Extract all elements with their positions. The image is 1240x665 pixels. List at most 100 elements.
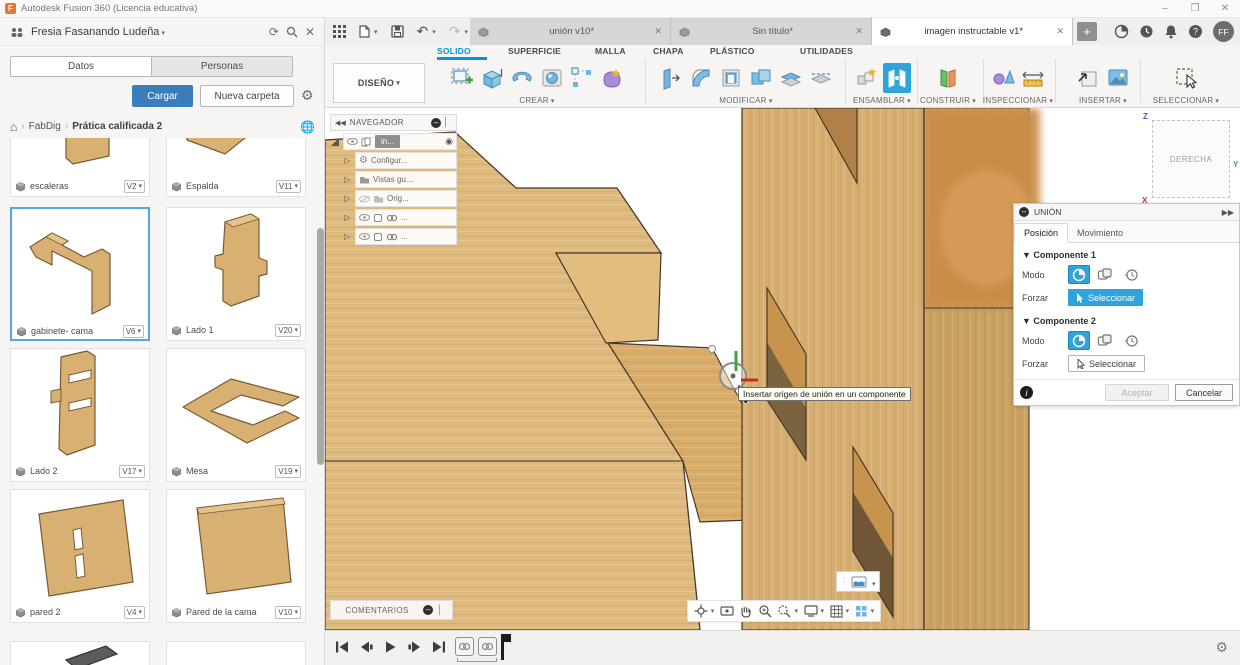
shell-button[interactable] xyxy=(717,63,745,93)
item-name[interactable]: Lado 2 xyxy=(30,466,115,476)
tab-personas[interactable]: Personas xyxy=(151,57,292,76)
component2-header[interactable]: ▼ Componente 2 xyxy=(1014,309,1239,329)
extensions-icon[interactable] xyxy=(1114,24,1129,39)
web-globe-icon[interactable]: 🌐 xyxy=(300,120,315,134)
play-button[interactable] xyxy=(383,640,398,654)
item-card-lado-1[interactable]: Lado 1 V20 xyxy=(166,207,306,341)
navigator-row-saved-views[interactable]: ▷ Vistas gu... xyxy=(330,171,457,188)
expand-icon[interactable]: ▷ xyxy=(344,232,352,241)
ok-button[interactable]: Aceptar xyxy=(1105,384,1169,401)
doc-tab-sin-titulo[interactable]: Sin título* ✕ xyxy=(671,18,872,45)
group-label-seleccionar[interactable]: SELECCIONAR xyxy=(1153,96,1219,105)
undo-icon[interactable]: ↶ xyxy=(417,23,436,40)
mode-motion-limit-button[interactable] xyxy=(1120,331,1142,350)
eye-icon[interactable] xyxy=(347,138,358,145)
breadcrumb-root[interactable]: FabDig xyxy=(29,121,61,132)
fillet-button[interactable] xyxy=(687,63,715,93)
combine-button[interactable] xyxy=(747,63,775,93)
app-grid-icon[interactable] xyxy=(333,25,346,38)
3d-viewport[interactable]: ◀◀ NAVEGADOR – ▏ in... ◉ ▷ ⚙ Configur...… xyxy=(325,108,1240,630)
doc-tab-union[interactable]: unión v10* ✕ xyxy=(470,18,671,45)
close-window-button[interactable]: ✕ xyxy=(1210,3,1240,14)
minimize-button[interactable]: – xyxy=(1150,3,1180,14)
expand-icon[interactable]: ▷ xyxy=(344,213,352,222)
close-tab-icon[interactable]: ✕ xyxy=(855,26,863,37)
version-badge[interactable]: V2 xyxy=(123,179,145,193)
tab-posicion[interactable]: Posición xyxy=(1014,223,1069,243)
mode-simple-button[interactable] xyxy=(1068,265,1090,284)
extrude-button[interactable] xyxy=(478,63,506,93)
joint-dialog-header[interactable]: – UNIÓN ▶▶ xyxy=(1014,204,1239,221)
version-badge[interactable]: V10 xyxy=(275,605,301,619)
viewcube[interactable]: DERECHA xyxy=(1152,120,1230,198)
info-icon[interactable]: i xyxy=(1020,386,1033,399)
navigator-row-component-link-1[interactable]: ▷ ... xyxy=(330,209,457,226)
joint-button[interactable] xyxy=(883,63,911,93)
navigator-root-row[interactable]: in... ◉ xyxy=(330,133,457,150)
group-label-modificar[interactable]: MODIFICAR xyxy=(719,96,772,105)
doc-tab-imagen-instructable[interactable]: imagen instructable v1* ✕ xyxy=(872,18,1073,45)
item-card-partial[interactable] xyxy=(166,641,306,665)
step-forward-button[interactable] xyxy=(407,640,422,654)
orbit-tool-icon[interactable] xyxy=(694,604,715,618)
panel-scrollbar[interactable] xyxy=(317,228,324,465)
version-badge[interactable]: V6 xyxy=(122,324,144,338)
file-menu-icon[interactable] xyxy=(359,25,378,38)
design-mode-dropdown[interactable]: DISEÑO xyxy=(333,63,425,103)
notifications-bell-icon[interactable] xyxy=(1164,24,1178,39)
activate-radio-icon[interactable]: ◉ xyxy=(445,136,453,147)
eye-icon[interactable] xyxy=(359,214,370,221)
home-icon[interactable]: ⌂ xyxy=(10,120,17,134)
version-badge[interactable]: V11 xyxy=(275,179,301,193)
new-document-tab-button[interactable]: + xyxy=(1077,22,1097,41)
team-name[interactable]: Fresia Fasanando Ludeña xyxy=(31,26,262,38)
insert-canvas-button[interactable] xyxy=(1104,63,1132,93)
navigator-grip[interactable]: ▏ xyxy=(445,117,452,128)
document-root-label[interactable]: in... xyxy=(375,135,400,148)
navigator-row-configuration[interactable]: ▷ ⚙ Configur... xyxy=(330,152,457,169)
env-tab-solido[interactable]: SOLIDO xyxy=(437,46,471,56)
group-label-inspeccionar[interactable]: INSPECCIONAR xyxy=(983,96,1053,105)
go-to-end-button[interactable] xyxy=(431,640,446,654)
viewports-icon[interactable] xyxy=(855,605,875,618)
close-tab-icon[interactable]: ✕ xyxy=(1056,26,1064,37)
close-tab-icon[interactable]: ✕ xyxy=(654,26,662,37)
hole-button[interactable] xyxy=(538,63,566,93)
insert-derive-button[interactable] xyxy=(1074,63,1102,93)
item-name[interactable]: Pared de la cama xyxy=(186,607,271,617)
user-avatar[interactable]: FF xyxy=(1213,21,1234,42)
save-icon[interactable] xyxy=(390,25,404,38)
item-card-mesa[interactable]: Mesa V19 xyxy=(166,348,306,482)
eye-icon[interactable] xyxy=(359,233,370,240)
display-settings-icon[interactable] xyxy=(803,605,825,617)
expand-icon[interactable]: ▷ xyxy=(344,175,352,184)
group-label-ensamblar[interactable]: ENSAMBLAR xyxy=(853,96,911,105)
expand-icon[interactable]: ▷ xyxy=(344,156,352,165)
maximize-button[interactable]: ❐ xyxy=(1180,3,1210,14)
item-card-espalda[interactable]: Espalda V11 xyxy=(166,138,306,197)
comments-grip[interactable]: ▏ xyxy=(439,605,446,616)
create-form-button[interactable] xyxy=(598,63,626,93)
go-to-start-button[interactable] xyxy=(335,640,350,654)
timeline-settings-gear-icon[interactable]: ⚙ xyxy=(1215,639,1228,656)
timeline-marker-flag[interactable] xyxy=(503,634,511,642)
version-badge[interactable]: V4 xyxy=(123,605,145,619)
collapse-left-icon[interactable]: ◀◀ xyxy=(335,119,346,127)
item-name[interactable]: Mesa xyxy=(186,466,271,476)
mode-simple-button[interactable] xyxy=(1068,331,1090,350)
close-panel-icon[interactable]: ✕ xyxy=(305,25,315,39)
pattern-button[interactable] xyxy=(568,63,596,93)
new-folder-button[interactable]: Nueva carpeta xyxy=(200,85,294,107)
timeline-joint-feature-2[interactable] xyxy=(478,637,497,656)
upload-button[interactable]: Cargar xyxy=(132,85,193,107)
env-tab-malla[interactable]: MALLA xyxy=(595,46,626,56)
tab-movimiento[interactable]: Movimiento xyxy=(1068,224,1132,242)
item-name[interactable]: gabinete- cama xyxy=(31,326,119,336)
env-tab-chapa[interactable]: CHAPA xyxy=(653,46,684,56)
pan-tool-icon[interactable] xyxy=(739,605,752,618)
mode-between-faces-button[interactable] xyxy=(1094,331,1116,350)
group-label-insertar[interactable]: INSERTAR xyxy=(1079,96,1127,105)
zoom-tool-icon[interactable] xyxy=(758,604,772,618)
help-icon[interactable]: ? xyxy=(1188,24,1203,39)
navigator-row-component-link-2[interactable]: ▷ ... xyxy=(330,228,457,245)
